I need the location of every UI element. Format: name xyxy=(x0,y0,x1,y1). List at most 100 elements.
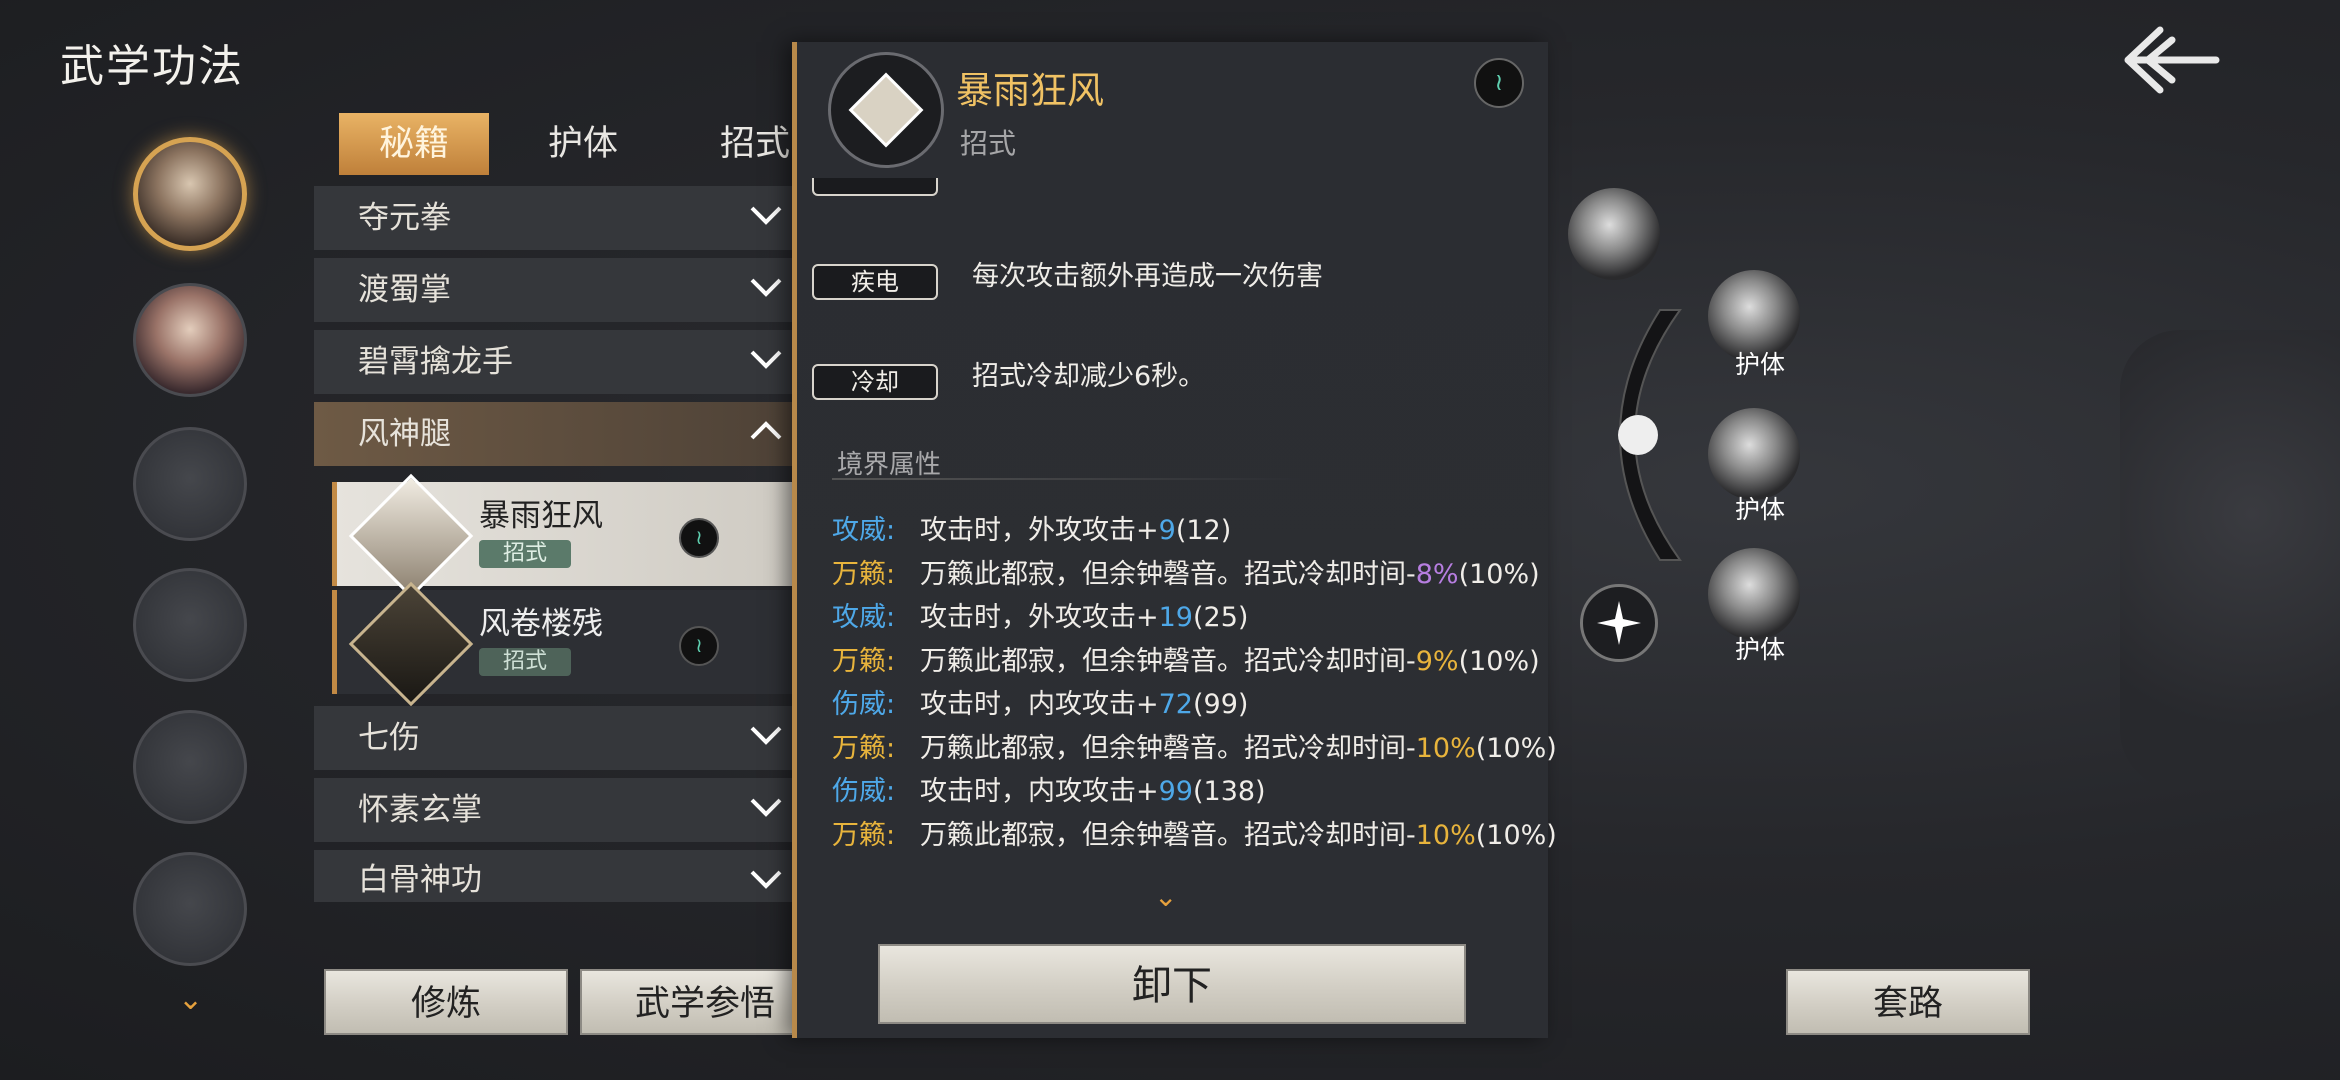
attribute-desc: 攻击时，外攻攻击+ xyxy=(920,602,1159,633)
sub-skill-item[interactable]: 风卷楼残 招式 ≀ xyxy=(332,581,792,707)
list-item[interactable]: 渡蜀掌 xyxy=(314,258,792,322)
attribute-key: 万籁: xyxy=(832,732,896,764)
attribute-desc: 万籁此都寂，但余钟磬音。招式冷却时间- xyxy=(920,819,1416,851)
avatar-empty-slot[interactable] xyxy=(133,427,247,541)
attribute-key: 万籁: xyxy=(832,645,896,677)
list-item-label: 夺元拳 xyxy=(358,200,451,236)
skill-slot-icon[interactable] xyxy=(1568,188,1660,280)
sub-skill-item-selected[interactable]: 暴雨狂风 招式 ≀ xyxy=(332,473,792,599)
attribute-max: (10%) xyxy=(1475,732,1557,764)
attribute-delta: 19 xyxy=(1158,602,1193,633)
tab-secret-books[interactable]: 秘籍 xyxy=(339,113,489,175)
attribute-delta: 10% xyxy=(1415,732,1476,764)
list-item-label: 风神腿 xyxy=(358,416,451,452)
attribute-delta: 8% xyxy=(1415,558,1459,590)
realm-attributes-heading: 境界属性 xyxy=(837,450,942,480)
attribute-max: (12) xyxy=(1175,515,1232,546)
list-item[interactable]: 夺元拳 xyxy=(314,186,792,250)
attribute-row: 伤威: 攻击时，内攻攻击+99(138) xyxy=(832,769,1266,809)
back-arrow-icon[interactable] xyxy=(2120,22,2220,98)
scroll-down-icon[interactable]: ⌄ xyxy=(1154,880,1177,913)
chevron-down-icon xyxy=(750,726,782,745)
skill-storm-icon xyxy=(348,473,474,599)
attribute-delta: 10% xyxy=(1415,819,1476,851)
sub-skill-name: 暴雨狂风 xyxy=(479,498,603,534)
list-item-label: 白骨神功 xyxy=(358,862,482,898)
routine-button[interactable]: 套路 xyxy=(1786,969,2030,1035)
avatar-hero-male[interactable] xyxy=(133,137,247,251)
skill-wheel-arc xyxy=(1618,309,1682,561)
avatar-empty-slot[interactable] xyxy=(133,568,247,682)
page-title: 武学功法 xyxy=(60,41,244,92)
sub-skill-name: 风卷楼残 xyxy=(479,606,603,642)
effect-text: 招式冷却减少6秒。 xyxy=(972,361,1206,392)
attribute-max: (10%) xyxy=(1458,645,1540,677)
attribute-delta: 9% xyxy=(1415,645,1459,677)
unequip-button[interactable]: 卸下 xyxy=(878,944,1466,1024)
attribute-key: 攻威: xyxy=(832,602,896,633)
skill-storm-icon xyxy=(828,52,944,168)
attribute-key: 万籁: xyxy=(832,819,896,851)
skill-whirl-icon xyxy=(348,581,474,707)
attribute-row: 攻威: 攻击时，外攻攻击+19(25) xyxy=(832,595,1248,635)
attribute-desc: 攻击时，内攻攻击+ xyxy=(920,776,1159,807)
list-item-label: 渡蜀掌 xyxy=(358,272,451,308)
avatar-empty-slot[interactable] xyxy=(133,710,247,824)
tab-protection[interactable]: 护体 xyxy=(508,113,658,175)
skill-name: 暴雨狂风 xyxy=(956,69,1104,112)
attribute-row: 攻威: 攻击时，外攻攻击+9(12) xyxy=(832,508,1231,548)
train-button[interactable]: 修炼 xyxy=(324,969,568,1035)
chevron-up-icon xyxy=(750,421,782,440)
attribute-row: 万籁: 万籁此都寂，但余钟磬音。招式冷却时间-10%(10%) xyxy=(832,813,1557,853)
skill-slot-label: 护体 xyxy=(1734,495,1785,524)
attribute-max: (99) xyxy=(1192,689,1249,720)
attribute-desc: 万籁此都寂，但余钟磬音。招式冷却时间- xyxy=(920,732,1416,764)
crosshair-icon[interactable] xyxy=(1580,584,1658,662)
list-item[interactable]: 白骨神功 xyxy=(314,850,792,902)
skill-slot-label: 护体 xyxy=(1734,635,1785,664)
attribute-delta: 9 xyxy=(1158,515,1176,546)
attribute-max: (138) xyxy=(1192,776,1266,807)
chevron-down-icon xyxy=(750,206,782,225)
attribute-row: 万籁: 万籁此都寂，但余钟磬音。招式冷却时间-8%(10%) xyxy=(832,552,1540,592)
chevron-down-icon xyxy=(750,870,782,889)
attribute-max: (25) xyxy=(1192,602,1249,633)
attribute-key: 伤威: xyxy=(832,776,896,807)
attribute-desc: 万籁此都寂，但余钟磬音。招式冷却时间- xyxy=(920,558,1416,590)
list-item[interactable]: 怀素玄掌 xyxy=(314,778,792,842)
skill-slot-icon[interactable] xyxy=(1708,548,1800,640)
attribute-max: (10%) xyxy=(1458,558,1540,590)
list-item-expanded[interactable]: 风神腿 xyxy=(314,402,792,466)
effect-tag-partial xyxy=(812,178,938,196)
sub-skill-tag: 招式 xyxy=(479,540,571,568)
spiral-icon: ≀ xyxy=(1474,58,1524,108)
skill-slot-icon[interactable] xyxy=(1708,408,1800,500)
attribute-max: (10%) xyxy=(1475,819,1557,851)
attribute-row: 万籁: 万籁此都寂，但余钟磬音。招式冷却时间-10%(10%) xyxy=(832,726,1557,766)
list-item-label: 七伤 xyxy=(358,720,420,756)
list-item-label: 碧霄擒龙手 xyxy=(358,344,513,380)
attribute-key: 伤威: xyxy=(832,689,896,720)
list-item[interactable]: 碧霄擒龙手 xyxy=(314,330,792,394)
spiral-icon: ≀ xyxy=(679,626,719,666)
list-item[interactable]: 七伤 xyxy=(314,706,792,770)
effect-tag: 疾电 xyxy=(812,264,938,300)
attribute-delta: 72 xyxy=(1158,689,1193,720)
list-item-label: 怀素玄掌 xyxy=(358,792,482,828)
attribute-delta: 99 xyxy=(1158,776,1193,807)
effect-tag: 冷却 xyxy=(812,364,938,400)
tab-moves[interactable]: 招式 xyxy=(680,113,792,175)
attribute-desc: 攻击时，内攻攻击+ xyxy=(920,689,1159,720)
chevron-down-icon xyxy=(750,350,782,369)
attribute-desc: 万籁此都寂，但余钟磬音。招式冷却时间- xyxy=(920,645,1416,677)
avatar-scroll-down-icon[interactable]: ⌄ xyxy=(178,982,203,1017)
skill-type: 招式 xyxy=(960,127,1017,160)
avatar-hero-female[interactable] xyxy=(133,283,247,397)
avatar-empty-slot[interactable] xyxy=(133,852,247,966)
attribute-desc: 攻击时，外攻攻击+ xyxy=(920,515,1159,546)
attribute-key: 万籁: xyxy=(832,558,896,590)
sub-skill-tag: 招式 xyxy=(479,648,571,676)
effect-text: 每次攻击额外再造成一次伤害 xyxy=(972,261,1323,292)
gauntlet-emblem-icon xyxy=(2120,330,2340,790)
chevron-down-icon xyxy=(750,278,782,297)
